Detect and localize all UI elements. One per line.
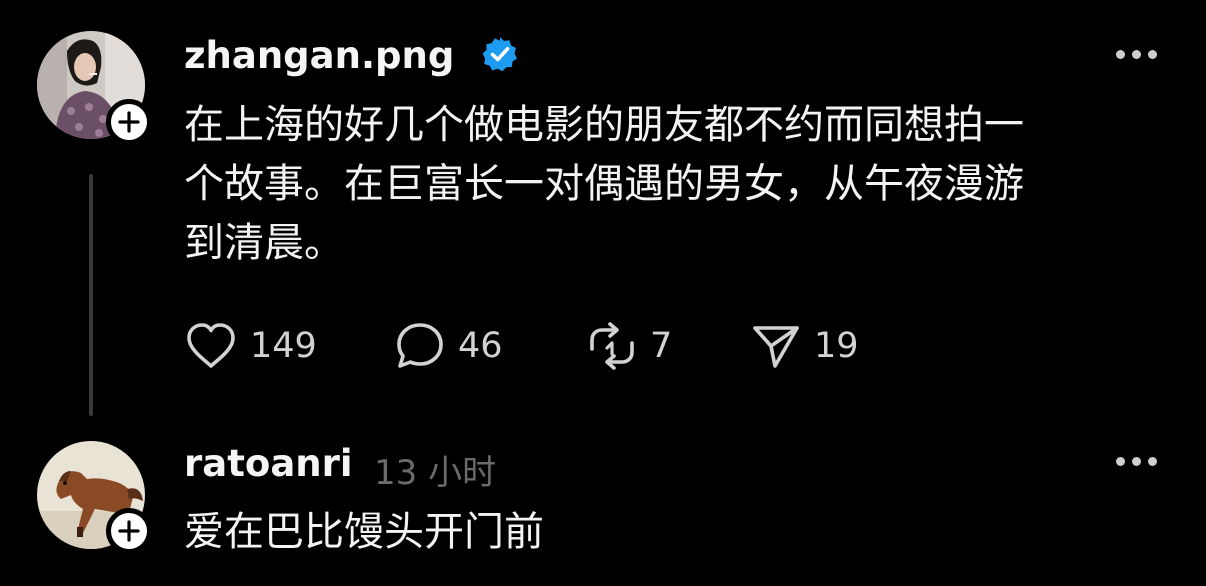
more-options-icon[interactable] — [1114, 47, 1158, 61]
post-text-line: 到清晨。 — [184, 220, 344, 266]
plus-icon — [118, 111, 140, 133]
like-count: 149 — [250, 326, 317, 366]
verified-badge-icon — [482, 37, 517, 72]
reply-count: 46 — [458, 326, 503, 366]
share-count: 19 — [814, 326, 859, 366]
like-button[interactable]: 149 — [184, 319, 317, 373]
heart-icon — [187, 323, 235, 368]
username[interactable]: ratoanri — [184, 442, 353, 485]
post-text-line: 个故事。在巨富长一对偶遇的男女，从午夜漫游 — [184, 161, 1024, 207]
follow-button[interactable] — [106, 99, 152, 145]
repost-count: 7 — [650, 326, 673, 366]
share-button[interactable]: 19 — [750, 319, 859, 373]
post-text: 爱在巴比馒头开门前 — [184, 503, 1159, 562]
username[interactable]: zhangan.png — [184, 34, 454, 77]
follow-button[interactable] — [106, 508, 152, 554]
action-bar: 149 46 7 19 — [184, 319, 944, 373]
post-text-line: 爱在巴比馒头开门前 — [184, 509, 544, 555]
post-text-line: 在上海的好几个做电影的朋友都不约而同想拍一 — [184, 102, 1024, 148]
post-text: 在上海的好几个做电影的朋友都不约而同想拍一 个故事。在巨富长一对偶遇的男女，从午… — [184, 96, 1159, 273]
send-icon — [753, 326, 799, 368]
reply-button[interactable]: 46 — [394, 319, 503, 373]
repost-button[interactable]: 7 — [586, 319, 672, 373]
more-options-icon[interactable] — [1114, 454, 1158, 468]
repost-icon — [590, 322, 634, 370]
thread-line — [89, 174, 93, 416]
timestamp: 13 小时 — [374, 453, 497, 493]
comment-icon — [397, 323, 443, 368]
post: zhangan.png 在上海的好几个做电影的朋友都不约而同想拍一 个故事。在巨… — [0, 0, 1206, 420]
plus-icon — [118, 520, 140, 542]
reply-post: ratoanri 13 小时 爱在巴比馒头开门前 — [0, 420, 1206, 586]
